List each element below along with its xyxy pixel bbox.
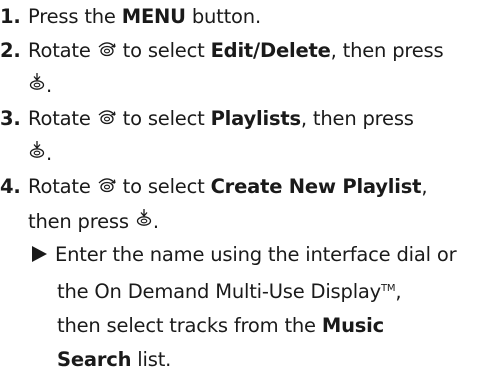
- step-number: 2.: [0, 39, 21, 62]
- note-text: ,: [395, 280, 402, 303]
- edit-delete-label: Edit/Delete: [210, 39, 331, 62]
- step-number: 3.: [0, 107, 21, 130]
- step-text: .: [46, 141, 52, 165]
- press-dial-icon: [28, 137, 46, 171]
- step-text: .: [46, 73, 52, 97]
- rotate-dial-icon: [97, 35, 117, 69]
- triangle-arrow-icon: [32, 246, 47, 262]
- step-number: 4.: [0, 175, 21, 198]
- press-dial-icon: [28, 69, 46, 103]
- music-label: Music: [321, 314, 384, 337]
- step-text: then press: [28, 209, 135, 233]
- press-dial-icon: [135, 205, 153, 239]
- step-2: 2. Rotate to select Edit/Delete, then pre…: [0, 34, 476, 103]
- menu-label: MENU: [121, 5, 186, 28]
- step-number: 1.: [0, 5, 21, 28]
- trademark-mark: TM: [381, 283, 396, 294]
- note-text: Enter the name using the interface dial …: [55, 243, 457, 266]
- note: Enter the name using the interface dial …: [28, 238, 478, 377]
- step-text: to select: [116, 107, 211, 130]
- step-text: ,: [421, 175, 428, 198]
- note-text: list.: [131, 348, 172, 371]
- step-text: to select: [116, 39, 211, 62]
- search-label: Search: [57, 348, 132, 371]
- step-4: 4. Rotate to select Create New Playlist, …: [0, 170, 476, 239]
- note-text: then select tracks from the: [57, 314, 322, 337]
- note-text: the On Demand Multi-Use Display: [57, 280, 382, 303]
- step-text: to select: [116, 175, 211, 198]
- step-text: , then press: [300, 107, 414, 130]
- playlists-label: Playlists: [210, 107, 302, 130]
- create-new-playlist-label: Create New Playlist: [210, 175, 422, 198]
- step-text: Rotate: [28, 107, 97, 130]
- rotate-dial-icon: [97, 103, 117, 137]
- instruction-document: 1. Press the MENU button. 2. Rotate to sel…: [0, 0, 480, 371]
- step-1: 1. Press the MENU button.: [0, 0, 476, 34]
- rotate-dial-icon: [97, 171, 117, 205]
- step-text: , then press: [330, 39, 444, 62]
- step-text: button.: [185, 5, 261, 28]
- step-text: Rotate: [28, 39, 97, 62]
- step-text: .: [152, 209, 159, 233]
- step-text: Rotate: [28, 175, 97, 198]
- step-text: Press the: [28, 5, 122, 28]
- step-3: 3. Rotate to select Playlists, then press…: [0, 102, 476, 171]
